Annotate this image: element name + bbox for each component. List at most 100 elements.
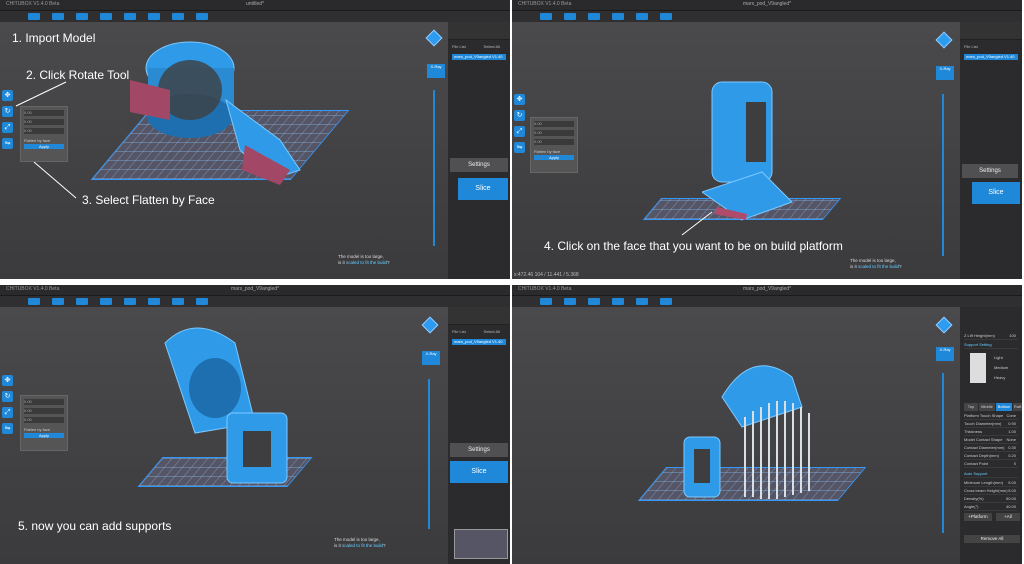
flatten-by-face-checkbox[interactable]: Flatten by face [24,138,64,143]
row-value[interactable]: 1.00 [1008,429,1016,434]
auto-xray-toggle[interactable]: X-Ray [427,64,445,78]
row-value[interactable]: 40.00 [1006,504,1016,509]
slice-button[interactable]: Slice [458,178,508,200]
view-button[interactable] [124,298,136,305]
add-platform-supports-button[interactable]: +Platform [964,513,992,521]
scale-to-fit-link[interactable]: scaled to fit the build [342,543,383,548]
undo-button[interactable] [588,298,600,305]
settings-toolbar-button[interactable] [172,13,184,20]
add-all-supports-button[interactable]: +All [996,513,1020,521]
undo-button[interactable] [76,13,88,20]
rotate-y-field[interactable]: 0.00 [24,119,64,125]
support-column[interactable] [744,417,746,497]
redo-button[interactable] [100,298,112,305]
settings-button[interactable]: Settings [450,158,508,172]
row-value[interactable]: 5.00 [1008,480,1016,485]
save-button[interactable] [52,298,64,305]
rotate-y-field[interactable]: 0.00 [534,130,574,136]
open-file-button[interactable] [540,13,552,20]
redo-button[interactable] [612,13,624,20]
support-column[interactable] [808,413,810,491]
auto-support-header[interactable]: Auto Support [964,471,1018,478]
3d-viewport[interactable]: 4. Click on the face that you want to be… [512,22,960,279]
auto-xray-toggle[interactable]: X-Ray [936,347,954,361]
undo-button[interactable] [588,13,600,20]
rotate-x-field[interactable]: 0.00 [24,399,64,405]
move-tool-icon[interactable]: ✥ [514,94,525,105]
layer-slider[interactable] [942,373,944,533]
layer-slider[interactable] [428,379,430,529]
scale-tool-icon[interactable]: ⤢ [514,126,525,137]
mirror-tool-icon[interactable]: ⇋ [2,423,13,434]
redo-button[interactable] [612,298,624,305]
apply-button[interactable]: Apply [24,144,64,149]
slice-button[interactable]: Slice [972,182,1020,204]
tab-raft[interactable]: Raft [1013,403,1022,411]
scale-to-fit-link[interactable]: scaled to fit the build [858,264,899,269]
support-column[interactable] [752,411,754,497]
open-file-button[interactable] [28,13,40,20]
open-file-button[interactable] [28,298,40,305]
support-column[interactable] [784,401,786,497]
slice-button[interactable]: Slice [450,461,508,483]
screenshot-button[interactable] [196,298,208,305]
density-heavy-option[interactable]: Heavy [994,375,1005,380]
row-value[interactable]: Cone [1006,413,1016,418]
scale-tool-icon[interactable]: ⤢ [2,122,13,133]
preview-thumbnail[interactable] [454,529,508,559]
row-value[interactable]: 50.00 [1006,496,1016,501]
layer-slider[interactable] [942,94,944,256]
layer-slider[interactable] [433,90,435,246]
rotate-x-field[interactable]: 0.00 [24,110,64,116]
support-column[interactable] [776,401,778,499]
scale-to-fit-link[interactable]: scaled to fit the build [346,260,387,265]
settings-button[interactable]: Settings [450,443,508,457]
view-button[interactable] [636,13,648,20]
row-value[interactable]: 0.20 [1008,453,1016,458]
scale-tool-icon[interactable]: ⤢ [2,407,13,418]
file-list-item[interactable]: mars_pod_V9angled V1.40 [452,54,506,60]
support-column[interactable] [768,403,770,499]
move-tool-icon[interactable]: ✥ [2,90,13,101]
view-cube-icon[interactable] [935,316,953,334]
3d-viewport[interactable]: 1. Import Model 2. Click Rotate Tool 3. … [0,22,448,279]
row-value[interactable]: 0.90 [1008,421,1016,426]
rotate-z-field[interactable]: 0.00 [24,128,64,134]
save-button[interactable] [564,298,576,305]
view-button[interactable] [636,298,648,305]
support-setting-header[interactable]: Support Setting [964,342,1018,349]
support-column[interactable] [800,407,802,493]
open-file-button[interactable] [540,298,552,305]
move-tool-icon[interactable]: ✥ [2,375,13,386]
rotate-y-field[interactable]: 0.00 [24,408,64,414]
tab-bottom[interactable]: Bottom [996,403,1012,411]
settings-toolbar-button[interactable] [172,298,184,305]
select-all-label[interactable]: Select All [484,329,500,334]
file-list-item[interactable]: mars_pod_V9angled V1.40 [964,54,1018,60]
save-button[interactable] [52,13,64,20]
3d-viewport[interactable]: 5. now you can add supports ✥ ↻ ⤢ ⇋ 0.00… [0,307,448,564]
tab-middle[interactable]: Middle [979,403,995,411]
measure-button[interactable] [660,298,672,305]
settings-button[interactable]: Settings [962,164,1018,178]
rotate-tool-icon[interactable]: ↻ [2,391,13,402]
ring-model[interactable] [155,313,295,488]
rotate-tool-icon[interactable]: ↻ [514,110,525,121]
rotate-z-field[interactable]: 0.00 [24,417,64,423]
measure-button[interactable] [148,13,160,20]
view-cube-icon[interactable] [421,316,439,334]
save-button[interactable] [564,13,576,20]
support-column[interactable] [792,403,794,495]
row-value[interactable]: 0.30 [1008,445,1016,450]
rotate-z-field[interactable]: 0.00 [534,139,574,145]
row-value[interactable]: None [1006,437,1016,442]
remove-all-button[interactable]: Remove All [964,535,1020,543]
mirror-tool-icon[interactable]: ⇋ [514,142,525,153]
row-value[interactable]: 5.00 [1008,488,1016,493]
auto-xray-toggle[interactable]: X-Ray [936,66,954,80]
density-medium-option[interactable]: Medium [994,365,1008,370]
flatten-by-face-checkbox[interactable]: Flatten by face [534,149,574,154]
screenshot-button[interactable] [196,13,208,20]
tab-top[interactable]: Top [964,403,978,411]
z-lift-input[interactable]: 100 [1009,333,1016,338]
